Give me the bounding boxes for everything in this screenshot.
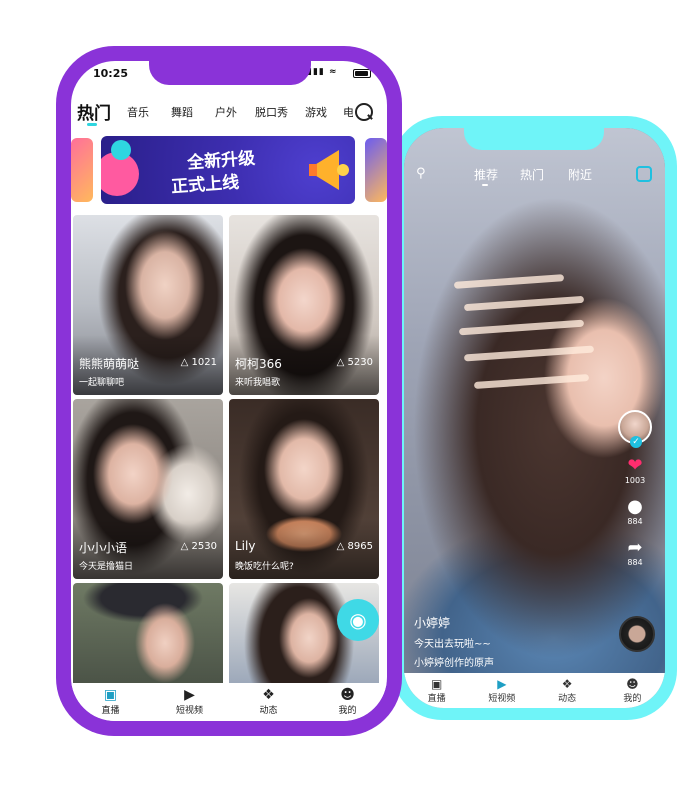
category-talkshow[interactable]: 脱口秀 [255, 104, 288, 120]
tv-icon: ▣ [103, 687, 118, 703]
tab-label: 短视频 [488, 694, 516, 704]
category-game[interactable]: 游戏 [305, 104, 327, 120]
live-card[interactable]: 小小小语 △ 2530 今天是撸猫日 [73, 399, 223, 579]
short-video-screen: ⚲ 推荐 热门 附近 ✓ ❤ 1003 ● 884 ➦ 884 小婷婷 今天出去… [404, 128, 665, 708]
light-stripe [463, 295, 585, 312]
tab-live[interactable]: ▣ 直播 [71, 683, 150, 721]
like-count: 1003 [624, 476, 646, 485]
tab-label: 直播 [427, 694, 446, 704]
phone-notch [464, 128, 604, 150]
heart-icon[interactable]: ❤ [615, 456, 655, 476]
compass-icon: ❖ [561, 677, 573, 691]
tab-short-video[interactable]: ▶ 短视频 [150, 683, 229, 721]
live-card[interactable]: Lily △ 8965 晚饭吃什么呢? [229, 399, 379, 579]
tab-label: 我的 [338, 706, 357, 716]
phone-notch [149, 61, 311, 85]
play-circle-icon: ▶ [184, 687, 195, 703]
camera-icon[interactable] [636, 166, 652, 182]
card-viewers: △ 5230 [336, 357, 373, 368]
compass-icon: ❖ [262, 687, 275, 703]
category-more[interactable]: 电 [343, 104, 353, 120]
video-player[interactable] [404, 128, 665, 673]
category-tabs: 热门 音乐 舞蹈 户外 脱口秀 游戏 电 [71, 99, 387, 126]
light-stripe [473, 373, 590, 390]
tab-label: 短视频 [175, 706, 203, 716]
follow-check-icon[interactable]: ✓ [630, 436, 642, 448]
music-credit[interactable]: 小婷婷创作的原声 [414, 654, 494, 669]
live-card[interactable]: 熊熊萌萌哒 △ 1021 一起聊聊吧 [73, 215, 223, 395]
card-viewers: △ 2530 [180, 541, 217, 552]
signal-icon: ▮▮▮ ≈ [307, 67, 338, 77]
tab-short-video[interactable]: ▶ 短视频 [469, 673, 534, 708]
light-stripe [453, 274, 565, 289]
tab-label: 动态 [259, 706, 278, 716]
category-dance[interactable]: 舞蹈 [171, 104, 193, 120]
tab-live[interactable]: ▣ 直播 [404, 673, 469, 708]
clock: 10:25 [93, 67, 129, 80]
bottom-tab-bar: ▣ 直播 ▶ 短视频 ❖ 动态 ☻ 我的 [71, 683, 387, 721]
video-top-nav: ⚲ 推荐 热门 附近 [404, 166, 665, 188]
card-subtitle: 今天是撸猫日 [79, 562, 134, 572]
light-stripe [463, 345, 595, 362]
tab-me[interactable]: ☻ 我的 [600, 673, 665, 708]
play-circle-icon: ▶ [497, 677, 507, 691]
action-column: ✓ ❤ 1003 ● 884 ➦ 884 [615, 410, 655, 567]
banner-prev[interactable] [71, 138, 93, 202]
face-icon: ☻ [626, 677, 639, 691]
category-outdoor[interactable]: 户外 [215, 104, 237, 120]
card-name: 柯柯366 [235, 357, 282, 371]
live-screen: 10:25 ▮▮▮ ≈ 热门 音乐 舞蹈 户外 脱口秀 游戏 电 全新升级 正式… [71, 61, 387, 721]
search-icon[interactable] [355, 103, 373, 121]
banner-decoration [111, 140, 131, 160]
tab-feed[interactable]: ❖ 动态 [229, 683, 308, 721]
comment-count: 884 [627, 517, 643, 526]
author-avatar[interactable]: ✓ [618, 410, 652, 448]
live-phone: 10:25 ▮▮▮ ≈ 热门 音乐 舞蹈 户外 脱口秀 游戏 电 全新升级 正式… [56, 46, 402, 736]
category-hot[interactable]: 热门 [77, 99, 111, 124]
tab-label: 动态 [558, 694, 577, 704]
tab-nearby[interactable]: 附近 [568, 166, 592, 183]
card-viewers: △ 1021 [180, 357, 217, 368]
search-icon[interactable]: ⚲ [416, 166, 426, 181]
comment-icon[interactable]: ● [615, 497, 655, 517]
share-icon[interactable]: ➦ [615, 538, 655, 558]
tab-label: 我的 [623, 694, 642, 704]
category-music[interactable]: 音乐 [127, 104, 149, 120]
megaphone-icon [309, 150, 349, 190]
card-subtitle: 来听我唱歌 [235, 378, 281, 388]
share-count: 884 [627, 558, 643, 567]
card-viewers: △ 8965 [336, 541, 373, 552]
active-tab-indicator [87, 123, 97, 126]
author-name[interactable]: 小婷婷 [414, 614, 494, 631]
tab-label: 直播 [101, 706, 120, 716]
tv-icon: ▣ [430, 677, 443, 691]
promo-banner[interactable]: 全新升级 正式上线 [101, 136, 355, 204]
tab-me[interactable]: ☻ 我的 [308, 683, 387, 721]
card-name: 小小小语 [79, 541, 128, 555]
light-stripe [458, 319, 585, 336]
video-caption: 小婷婷 今天出去玩啦~~ 小婷婷创作的原声 [414, 614, 494, 669]
music-disc-icon[interactable] [619, 616, 655, 652]
card-photo [73, 583, 223, 687]
video-camera-button[interactable]: ◉ [337, 599, 379, 641]
live-card[interactable] [73, 583, 223, 687]
battery-icon [353, 69, 371, 78]
bottom-tab-bar: ▣ 直播 ▶ 短视频 ❖ 动态 ☻ 我的 [404, 673, 665, 708]
face-icon: ☻ [340, 687, 355, 703]
card-name: Lily [235, 539, 256, 553]
live-card[interactable]: 柯柯366 △ 5230 来听我唱歌 [229, 215, 379, 395]
tab-feed[interactable]: ❖ 动态 [535, 673, 600, 708]
caption-text: 今天出去玩啦~~ [414, 639, 491, 650]
short-video-phone: ⚲ 推荐 热门 附近 ✓ ❤ 1003 ● 884 ➦ 884 小婷婷 今天出去… [392, 116, 677, 720]
tab-hot[interactable]: 热门 [520, 166, 544, 183]
banner-line-2: 正式上线 [170, 172, 240, 198]
card-subtitle: 晚饭吃什么呢? [235, 562, 294, 572]
banner-next[interactable] [365, 138, 387, 202]
card-subtitle: 一起聊聊吧 [79, 378, 125, 388]
tab-recommend[interactable]: 推荐 [474, 166, 498, 186]
card-name: 熊熊萌萌哒 [79, 357, 140, 371]
